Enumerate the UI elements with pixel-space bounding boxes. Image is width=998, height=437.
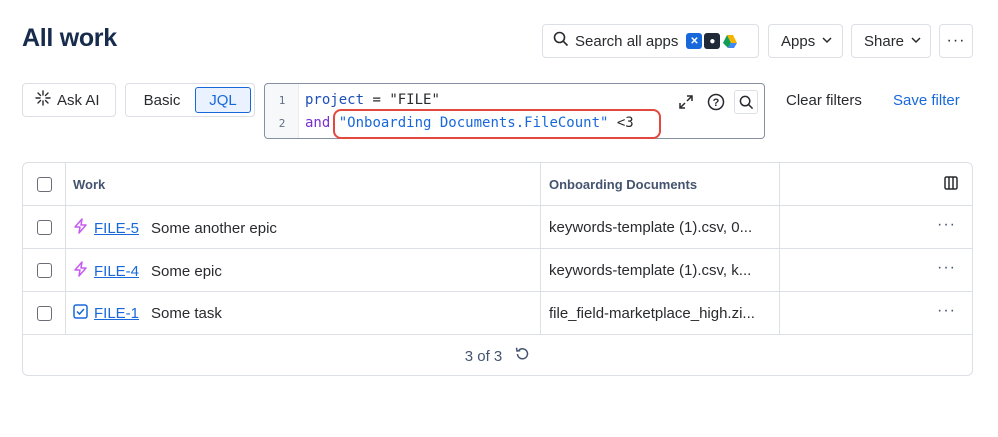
refresh-icon[interactable] bbox=[514, 346, 530, 366]
task-icon bbox=[73, 304, 88, 323]
column-header-work[interactable]: Work bbox=[73, 177, 105, 192]
more-icon: ··· bbox=[946, 32, 966, 49]
ask-ai-button[interactable]: Ask AI bbox=[22, 83, 116, 117]
share-label: Share bbox=[864, 32, 905, 50]
help-icon[interactable]: ? bbox=[704, 90, 728, 114]
row-more-button[interactable]: ··· bbox=[937, 216, 956, 234]
jql-line-2[interactable]: and "Onboarding Documents.FileCount" <3 bbox=[305, 115, 634, 131]
select-all-checkbox[interactable] bbox=[37, 177, 52, 192]
column-header-onboarding-documents[interactable]: Onboarding Documents bbox=[549, 177, 697, 192]
jql-keyword: and bbox=[305, 115, 331, 131]
work-item-summary[interactable]: Some task bbox=[151, 305, 222, 322]
epic-icon bbox=[73, 218, 88, 238]
jql-field: project bbox=[305, 92, 365, 108]
jql-operator: = bbox=[364, 92, 390, 108]
jql-operator: <3 bbox=[608, 115, 634, 131]
onboarding-documents-cell[interactable]: keywords-template (1).csv, 0... bbox=[549, 219, 771, 236]
sparkle-icon bbox=[35, 90, 51, 110]
result-count: 3 of 3 bbox=[464, 347, 503, 365]
jql-mode-button[interactable]: JQL bbox=[195, 87, 251, 113]
table-footer: 3 of 3 bbox=[23, 335, 972, 375]
search-mode-toggle: Basic JQL bbox=[125, 83, 255, 117]
more-actions-button[interactable]: ··· bbox=[939, 24, 973, 58]
jql-editor[interactable]: 1 2 project = "FILE" and "Onboarding Doc… bbox=[264, 83, 765, 139]
save-filter-button[interactable]: Save filter bbox=[893, 92, 960, 109]
work-item-key-link[interactable]: FILE-1 bbox=[94, 305, 139, 322]
work-table: Work Onboarding Documents FILE-5 Some an… bbox=[22, 162, 973, 376]
apps-label: Apps bbox=[781, 32, 816, 50]
svg-text:?: ? bbox=[713, 97, 720, 109]
column-picker-icon[interactable] bbox=[943, 175, 959, 194]
row-checkbox[interactable] bbox=[37, 263, 52, 278]
confluence-app-icon: ✕ bbox=[686, 33, 703, 49]
line-number: 1 bbox=[278, 94, 286, 107]
onboarding-documents-cell[interactable]: keywords-template (1).csv, k... bbox=[549, 262, 771, 279]
google-drive-app-icon bbox=[722, 33, 738, 49]
row-more-button[interactable]: ··· bbox=[937, 259, 956, 277]
line-number-gutter: 1 2 bbox=[265, 84, 299, 138]
chevron-down-icon bbox=[821, 33, 833, 50]
work-item-summary[interactable]: Some epic bbox=[151, 263, 222, 280]
share-dropdown-button[interactable]: Share bbox=[851, 24, 931, 58]
search-all-apps-label: Search all apps bbox=[575, 32, 679, 50]
github-app-icon: ● bbox=[704, 33, 721, 49]
row-more-button[interactable]: ··· bbox=[937, 302, 956, 320]
work-item-key-link[interactable]: FILE-5 bbox=[94, 220, 139, 237]
apps-dropdown-button[interactable]: Apps bbox=[768, 24, 843, 58]
table-row[interactable]: FILE-1 Some task file_field-marketplace_… bbox=[23, 292, 972, 335]
table-row[interactable]: FILE-5 Some another epic keywords-templa… bbox=[23, 206, 972, 249]
search-icon bbox=[553, 31, 569, 51]
jql-line-1[interactable]: project = "FILE" bbox=[305, 92, 440, 108]
chevron-down-icon bbox=[910, 33, 922, 50]
ask-ai-label: Ask AI bbox=[57, 91, 100, 109]
jql-field: "Onboarding Documents.FileCount" bbox=[330, 115, 609, 131]
page-title: All work bbox=[22, 24, 117, 52]
epic-icon bbox=[73, 261, 88, 281]
row-checkbox[interactable] bbox=[37, 306, 52, 321]
row-checkbox[interactable] bbox=[37, 220, 52, 235]
line-number: 2 bbox=[278, 117, 286, 130]
work-item-summary[interactable]: Some another epic bbox=[151, 220, 277, 237]
table-row[interactable]: FILE-4 Some epic keywords-template (1).c… bbox=[23, 249, 972, 292]
table-header: Work Onboarding Documents bbox=[23, 163, 972, 206]
expand-icon[interactable] bbox=[674, 90, 698, 114]
jql-value: "FILE" bbox=[389, 92, 440, 108]
search-icon[interactable] bbox=[734, 90, 758, 114]
search-all-apps-button[interactable]: Search all apps ✕ ● bbox=[542, 24, 759, 58]
clear-filters-button[interactable]: Clear filters bbox=[786, 92, 862, 109]
work-item-key-link[interactable]: FILE-4 bbox=[94, 263, 139, 280]
basic-mode-button[interactable]: Basic bbox=[129, 87, 195, 113]
onboarding-documents-cell[interactable]: file_field-marketplace_high.zi... bbox=[549, 305, 771, 322]
